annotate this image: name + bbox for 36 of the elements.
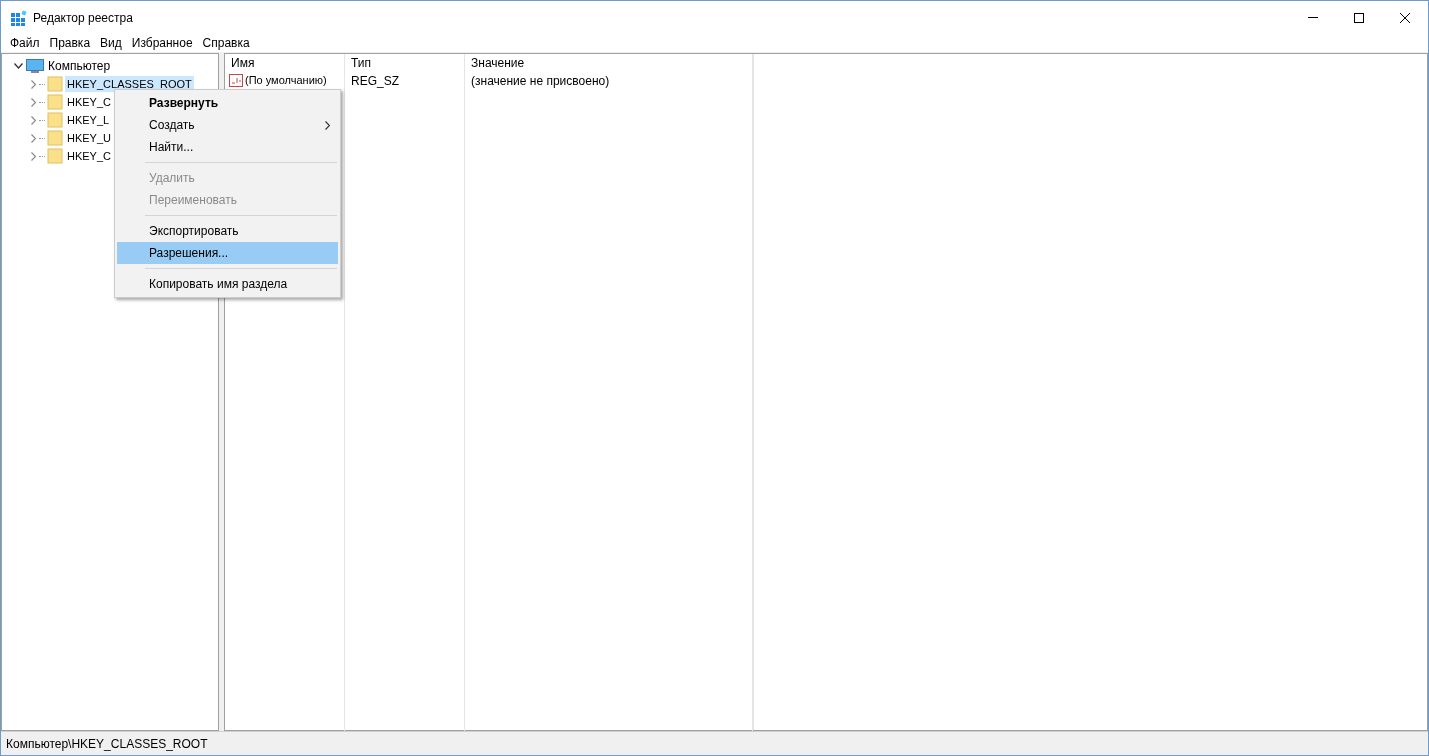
tree-item[interactable]: HKEY_C [65, 93, 114, 111]
close-icon [1400, 12, 1410, 23]
folder-icon [47, 94, 63, 110]
menu-item[interactable]: Файл [5, 34, 45, 52]
table-cell-text: (значение не присвоено) [471, 72, 610, 90]
table-cell-text: (По умолчанию) [245, 73, 327, 89]
tree-item[interactable]: HKEY_U [65, 129, 114, 147]
chevron-down-icon[interactable] [13, 63, 23, 69]
menu-item[interactable]: Развернуть [117, 92, 338, 114]
menu-item[interactable]: Экспортировать [117, 220, 338, 242]
status-text: Компьютер\HKEY_CLASSES_ROOT [6, 735, 208, 753]
string-value-icon [229, 74, 243, 87]
tree-item[interactable]: HKEY_L [65, 111, 112, 129]
menu-item[interactable]: Копировать имя раздела [117, 273, 338, 295]
tree-item[interactable]: Компьютер [47, 57, 112, 75]
menu-item[interactable]: Вид [95, 34, 127, 52]
folder-icon [47, 148, 63, 164]
app-icon [11, 9, 27, 26]
folder-icon [47, 130, 63, 146]
folder-icon [47, 112, 63, 128]
maximize-icon [1354, 12, 1364, 23]
table-cell-text: REG_SZ [351, 72, 399, 90]
computer-icon [26, 58, 44, 74]
menu-item[interactable]: Найти... [117, 136, 338, 158]
menu-item[interactable]: Создать [117, 114, 338, 136]
minimize-icon [1308, 17, 1318, 18]
folder-icon [47, 76, 63, 92]
window-title: Редактор реестра [33, 9, 133, 27]
tree-item[interactable]: HKEY_C [65, 147, 114, 165]
menu-item[interactable]: Избранное [126, 34, 198, 52]
column-header[interactable]: Имя [231, 54, 255, 72]
menu-item[interactable]: Правка [44, 34, 96, 52]
column-header[interactable]: Тип [351, 54, 371, 72]
menu-item[interactable]: Разрешения... [117, 242, 338, 264]
column-header[interactable]: Значение [471, 54, 525, 72]
menu-item[interactable]: Справка [197, 34, 255, 52]
